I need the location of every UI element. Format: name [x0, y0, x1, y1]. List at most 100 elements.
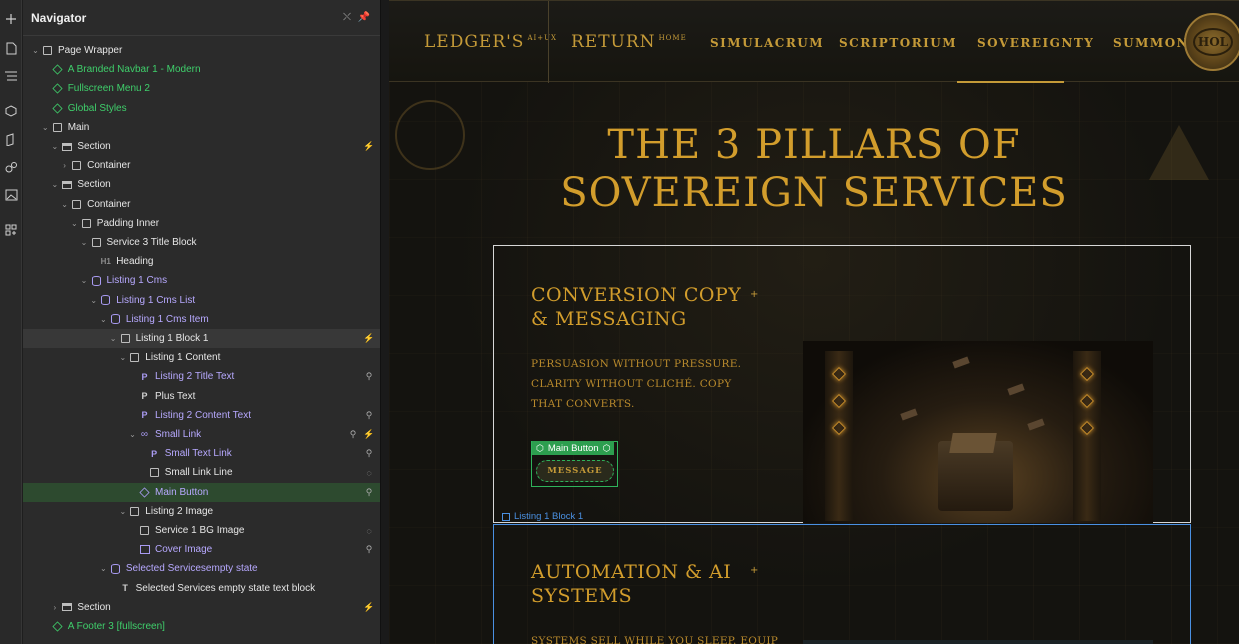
tree-item[interactable]: ⌄ Page Wrapper — [23, 41, 380, 60]
chevron-right-icon[interactable]: › — [60, 161, 69, 170]
chevron-down-icon[interactable]: ⌄ — [80, 238, 89, 247]
nav-link-simulacrum[interactable]: SIMULACRUM — [710, 36, 824, 50]
chevron-down-icon[interactable]: ⌄ — [80, 276, 89, 285]
listing-block-hover[interactable]: AUTOMATION & AI SYSTEMS + SYSTEMS SELL W… — [493, 524, 1191, 644]
tree-item[interactable]: Service 1 BG Image ◌ — [23, 521, 380, 540]
assets-icon[interactable] — [2, 186, 20, 204]
tree-item[interactable]: ⌄ Padding Inner — [23, 214, 380, 233]
box-icon — [149, 467, 160, 478]
chevron-down-icon[interactable]: ⌄ — [60, 200, 69, 209]
nav-link-sovereignty[interactable]: SOVEREIGNTY — [977, 36, 1094, 50]
chevron-down-icon[interactable]: ⌄ — [118, 353, 127, 362]
interaction-icon[interactable]: ⚡ — [363, 601, 374, 613]
chevron-down-icon[interactable]: ⌄ — [70, 219, 79, 228]
nav-link-scriptorium[interactable]: SCRIPTORIUM — [839, 36, 957, 50]
tree-item[interactable]: ⌄ Main — [23, 118, 380, 137]
listing-block[interactable]: CONVERSION COPY & MESSAGING + PERSUASION… — [493, 245, 1191, 523]
add-icon[interactable] — [2, 10, 20, 28]
hidden-icon[interactable]: ◌ — [364, 525, 374, 537]
tree-item[interactable]: › Section ⚡ — [23, 598, 380, 617]
tree-item[interactable]: › Container — [23, 156, 380, 175]
interaction-icon[interactable]: ⚡ — [363, 333, 374, 345]
tree-item[interactable]: ⌄ Section ⚡ — [23, 137, 380, 156]
cms-icon[interactable] — [2, 130, 20, 148]
navigator-icon[interactable] — [2, 67, 20, 85]
tree-item-label: Container — [87, 160, 131, 172]
styles-icon[interactable] — [2, 158, 20, 176]
tree-item[interactable]: ⌄ Listing 1 Cms List — [23, 291, 380, 310]
main-button-selection[interactable]: ⬡ Main Button ⬡ MESSAGE — [531, 441, 618, 487]
tree-item[interactable]: ⌄ Container — [23, 195, 380, 214]
tree-item[interactable]: P Listing 2 Title Text ⚲ — [23, 367, 380, 386]
tree-item[interactable]: ⌄ Listing 1 Block 1 ⚡ — [23, 329, 380, 348]
cube-icon — [52, 83, 63, 94]
tree-item[interactable]: ⌄ Service 3 Title Block — [23, 233, 380, 252]
tree-item[interactable]: ⌄ Listing 1 Cms — [23, 271, 380, 290]
tree-item[interactable]: Main Button ⚲ — [23, 482, 380, 502]
cms-bound-icon[interactable]: ⚲ — [364, 544, 374, 556]
cms-bound-icon[interactable]: ⚲ — [364, 448, 374, 460]
tree-item[interactable]: ⌄ ∞ Small Link ⚲ ⚡ — [23, 425, 380, 444]
tree-item[interactable]: P Plus Text — [23, 387, 380, 406]
chevron-down-icon[interactable]: ⌄ — [118, 507, 127, 516]
tree-item[interactable]: Global Styles — [23, 99, 380, 118]
tree-item-label: Service 1 BG Image — [155, 525, 245, 536]
cms-bound-icon[interactable]: ⚲ — [364, 486, 374, 498]
box-icon — [129, 352, 140, 363]
tree-item[interactable]: ⌄ Listing 2 Image — [23, 502, 380, 521]
chevron-down-icon[interactable]: ⌄ — [99, 315, 108, 324]
listing-block-tag-label: Listing 1 Block 1 — [514, 511, 584, 522]
tree-item[interactable]: ⌄ Section — [23, 175, 380, 194]
apps-icon[interactable] — [2, 221, 20, 239]
tree-item[interactable]: ⌄ Listing 1 Content — [23, 348, 380, 367]
cubep-icon — [139, 487, 150, 498]
tree-item[interactable]: Cover Image ⚲ — [23, 540, 380, 559]
design-canvas[interactable]: LEDGER'S AI+UX RETURN HOME SIMULACRUM SCRI… — [389, 0, 1239, 644]
tree-item[interactable]: A Footer 3 [fullscreen] — [23, 617, 380, 636]
cover-image[interactable] — [803, 640, 1153, 644]
tree-item[interactable]: P Small Text Link ⚲ — [23, 444, 380, 463]
message-button[interactable]: MESSAGE — [536, 460, 614, 482]
cms-bound-icon[interactable]: ⚲ — [348, 429, 358, 441]
listing-block-tag[interactable]: Listing 1 Block 1 — [502, 511, 583, 522]
site-logo[interactable]: LEDGER'S AI+UX — [424, 32, 557, 52]
nav-link-summon[interactable]: SUMMON — [1113, 36, 1189, 50]
tree-item-label: Global Styles — [67, 102, 127, 114]
chevron-down-icon[interactable]: ⌄ — [50, 142, 59, 151]
cover-image[interactable] — [803, 341, 1153, 523]
left-toolbar — [0, 0, 22, 644]
tree-item[interactable]: A Branded Navbar 1 - Modern — [23, 60, 380, 79]
collapse-all-icon[interactable]: ⤬ — [340, 10, 354, 24]
chevron-down-icon[interactable]: ⌄ — [99, 564, 108, 573]
main-button-tag[interactable]: ⬡ Main Button ⬡ — [532, 441, 615, 455]
edit-component-icon[interactable]: ⬡ — [603, 443, 611, 454]
return-home-link[interactable]: RETURN HOME — [571, 32, 687, 52]
tree-item[interactable]: Fullscreen Menu 2 — [23, 79, 380, 98]
pin-panel-icon[interactable]: 📌 — [357, 10, 371, 24]
txtp-icon: P — [141, 371, 148, 382]
chevron-right-icon[interactable]: › — [50, 603, 59, 612]
chevron-down-icon[interactable]: ⌄ — [31, 46, 40, 55]
tree-item[interactable]: ⌄ Listing 1 Cms Item — [23, 310, 380, 329]
interaction-icon[interactable]: ⚡ — [363, 429, 374, 441]
brand-seal[interactable]: HOL — [1184, 13, 1239, 71]
hidden-icon[interactable]: ◌ — [364, 467, 374, 479]
tree-item[interactable]: ⌄ Selected Servicesempty state — [23, 559, 380, 578]
chevron-down-icon[interactable]: ⌄ — [128, 430, 137, 439]
plus-text: + — [750, 565, 759, 576]
chevron-down-icon[interactable]: ⌄ — [89, 296, 98, 305]
tree-item[interactable]: Small Link Line ◌ — [23, 463, 380, 482]
tree-item[interactable]: T Selected Services empty state text bloc… — [23, 579, 380, 598]
cms-bound-icon[interactable]: ⚲ — [364, 409, 374, 421]
tree-item[interactable]: H1 Heading — [23, 252, 380, 271]
chevron-down-icon[interactable]: ⌄ — [41, 123, 50, 132]
interaction-icon[interactable]: ⚡ — [363, 141, 374, 153]
components-icon[interactable] — [2, 102, 20, 120]
cms-bound-icon[interactable]: ⚲ — [364, 371, 374, 383]
chevron-down-icon[interactable]: ⌄ — [109, 334, 118, 343]
pages-icon[interactable] — [2, 39, 20, 57]
tree-item[interactable]: P Listing 2 Content Text ⚲ — [23, 406, 380, 425]
chevron-down-icon[interactable]: ⌄ — [50, 180, 59, 189]
